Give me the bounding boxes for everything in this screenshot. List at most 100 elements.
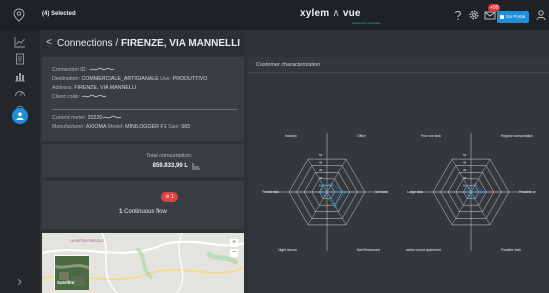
go-portal-button[interactable]: Go Portal — [497, 11, 529, 23]
radar-data-point — [467, 194, 470, 198]
radar-axis-label: Bar/Restaurant — [357, 248, 380, 252]
client-code-row: Client code: — [52, 94, 107, 100]
radar-tick-label: 50 — [463, 153, 467, 157]
radar-tick-label: 30 — [319, 168, 323, 172]
connection-id-label: Connection ID: — [52, 67, 88, 73]
brand-separator: ∧ — [329, 8, 343, 19]
address-row: Address: FIRENZE, VIA MANNELLI — [52, 85, 136, 91]
radar-axis-label: Industry — [285, 134, 297, 138]
radar-data-point — [464, 190, 467, 194]
continuous-flow-label: 1 Continuous flow — [42, 209, 244, 215]
selection-count[interactable]: (4) Selected — [42, 11, 76, 17]
radar-axis-label: Services — [375, 190, 388, 194]
continuous-flow-count: 1 — [119, 209, 123, 215]
chart-icon[interactable] — [192, 163, 200, 170]
destination-label: Destination: — [52, 76, 80, 82]
gauge-icon[interactable] — [14, 87, 26, 99]
satellite-label: Satellite — [57, 280, 75, 285]
settings-gear-icon[interactable] — [468, 9, 480, 21]
alert-badge-count: 1 — [170, 194, 174, 200]
total-consumption-card: Total consumption: 859.833,99 L — [42, 144, 244, 177]
current-meter-value: 20220 — [87, 115, 103, 121]
radar-data-point — [473, 197, 476, 200]
address-value: FIRENZE, VIA MANNELLI — [74, 85, 137, 91]
radar-tick-label: 50 — [319, 153, 323, 157]
radar-axis-label: Few use leak — [421, 134, 441, 138]
brand-name: xylem — [300, 8, 330, 19]
radar-tick-label: 40 — [463, 161, 467, 165]
document-icon[interactable] — [14, 53, 26, 65]
go-portal-label: Go Portal — [506, 14, 526, 19]
total-consumption-label: Total consumption: — [146, 153, 192, 159]
connection-id-row: Connection ID: — [52, 67, 115, 73]
radar-data-point — [344, 190, 347, 194]
zoom-out-button[interactable]: − — [230, 249, 238, 257]
radar-tick-label: 40 — [319, 161, 323, 165]
continuous-flow-card[interactable]: ⊘ 1 1 Continuous flow — [42, 181, 244, 229]
bar-chart-icon[interactable] — [14, 70, 26, 82]
customer-icon — [16, 112, 24, 120]
model-value: MINILOGGER F1 — [125, 124, 167, 130]
divider — [248, 72, 549, 73]
radar-chart-usage: 50 40 30 20 10 Industry Office Services Bar/Rest… — [262, 127, 392, 257]
radar-spoke — [451, 191, 472, 226]
use-label: Use: — [160, 76, 172, 82]
manufacturer-row: Manufacturer: AXIOMA Model: MINILOGGER F… — [52, 124, 190, 130]
radar-data-point — [322, 184, 325, 187]
radar-left-svg: 5040302010Industry OfficeServicesBar/Rest… — [262, 133, 388, 252]
back-button[interactable]: < — [46, 37, 52, 48]
redacted-value — [103, 115, 122, 119]
expand-menu-icon[interactable] — [14, 276, 26, 288]
top-bar: (4) Selected xylem ∧ vue powered by GoAi… — [0, 0, 549, 30]
radar-axis-label: Office — [357, 134, 366, 138]
address-label: Address: — [52, 85, 73, 91]
radar-data-point — [319, 190, 323, 194]
zoom-in-button[interactable]: + — [230, 239, 238, 247]
radar-axis-label: Possible leak — [501, 248, 521, 252]
brand-subtitle: powered by GoAigua — [352, 11, 392, 25]
radar-data-point — [467, 186, 470, 190]
client-code-label: Client code: — [52, 94, 80, 100]
radar-tick-label: 30 — [463, 168, 467, 172]
map-place-label: LA PIETRA-FIESOLE — [70, 239, 104, 243]
radar-tick-label: 20 — [463, 176, 467, 180]
radar-tick-label: 20 — [319, 176, 323, 180]
portal-icon — [500, 15, 504, 19]
radar-axis-label: Regular consumption — [501, 134, 533, 138]
redacted-value — [89, 67, 114, 71]
destination-row: Destination: COMMERCIALE_ARTIGIANALE Use… — [52, 76, 207, 82]
size-label: Size: — [168, 124, 180, 130]
help-icon[interactable] — [452, 9, 464, 21]
model-label: Model: — [107, 124, 124, 130]
radar-right-svg: 50 40 30 20 10 Few use leak Regular consumptio… — [402, 133, 542, 252]
line-chart-icon[interactable] — [14, 36, 26, 48]
location-pin-icon[interactable] — [13, 8, 25, 22]
radar-axis-label: Large leak — [407, 190, 423, 194]
panel-title: Customer characterization — [256, 62, 321, 68]
radar-spoke — [307, 191, 328, 226]
connection-name: FIRENZE, VIA MANNELLI — [120, 38, 241, 49]
radar-chart-consumption: 50 40 30 20 10 Few use leak Regular consumptio… — [402, 127, 542, 257]
brand-subtitle-text: powered by GoAigua — [352, 21, 381, 25]
radar-data-point — [482, 190, 485, 194]
user-icon[interactable] — [535, 9, 547, 21]
destination-value: COMMERCIALE_ARTIGIANALE — [81, 76, 159, 82]
breadcrumb[interactable]: Connections / — [57, 38, 118, 49]
radar-axis-label: Residential — [262, 190, 279, 194]
radar-axis-label: Possible tourist apartment — [406, 248, 441, 252]
sidebar — [0, 30, 40, 293]
redacted-value — [82, 94, 107, 98]
total-consumption-value: 859.833,99 L — [152, 163, 188, 169]
use-value: PRODUTTIVO — [172, 76, 208, 82]
page-title: Connections / FIRENZE, VIA MANNELLI — [57, 38, 240, 49]
manufacturer-label: Manufacturer: — [52, 124, 85, 130]
page-header: < Connections / FIRENZE, VIA MANNELLI — [42, 30, 244, 56]
radar-data-point — [330, 183, 333, 186]
satellite-toggle[interactable]: Satellite — [54, 255, 90, 290]
sidebar-item-customers[interactable] — [12, 108, 28, 124]
radar-data-point — [474, 183, 477, 186]
radar-axis-label: Night leisure — [278, 248, 297, 252]
size-value: 065 — [181, 124, 191, 130]
current-meter-row: Current meter: 20220 — [52, 115, 122, 121]
location-map[interactable]: LA PIETRA-FIESOLE Satellite + − — [42, 233, 244, 293]
